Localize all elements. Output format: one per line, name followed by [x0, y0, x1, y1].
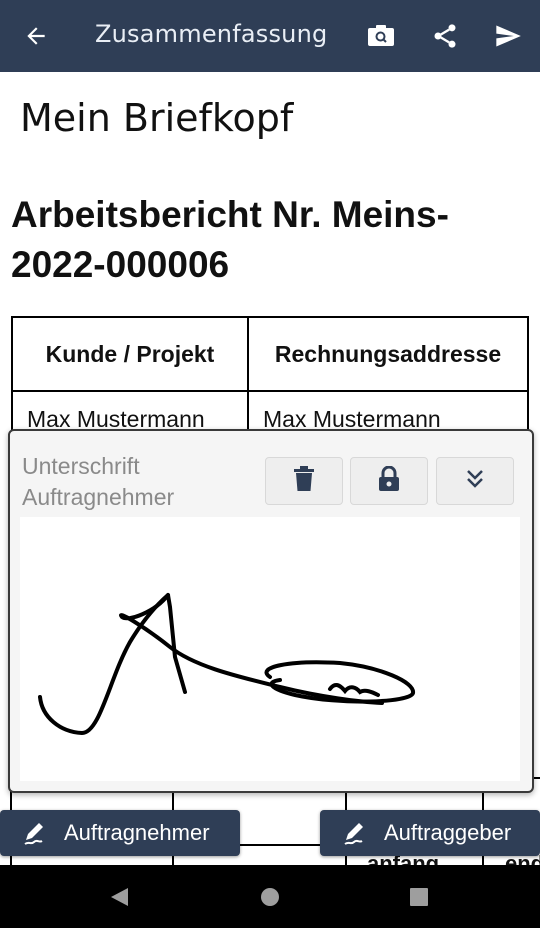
report-title: Arbeitsbericht Nr. Meins-2022-000006: [11, 194, 449, 285]
sign-pen-icon: [342, 819, 370, 847]
system-navigation-bar: [0, 865, 540, 928]
contractor-label: Auftragnehmer: [64, 820, 210, 845]
collapse-panel-button[interactable]: [436, 457, 514, 505]
contractor-signature-button[interactable]: Auftragnehmer: [0, 810, 240, 856]
back-triangle-icon[interactable]: [106, 884, 132, 910]
sign-pen-icon: [22, 819, 50, 847]
client-label: Auftraggeber: [384, 820, 512, 845]
page-title: Zusammenfassung: [95, 20, 328, 48]
table-header-row: Kunde / Projekt Rechnungsaddresse: [11, 316, 529, 392]
clear-signature-button[interactable]: [265, 457, 343, 505]
home-circle-icon[interactable]: [257, 884, 283, 910]
lock-signature-button[interactable]: [350, 457, 428, 505]
share-icon[interactable]: [427, 18, 463, 54]
client-signature-button[interactable]: Auftraggeber: [320, 810, 540, 856]
signature-drawing: [38, 593, 415, 735]
letterhead: Mein Briefkopf: [20, 96, 294, 140]
trash-icon: [293, 466, 315, 496]
recents-square-icon[interactable]: [406, 884, 432, 910]
signature-panel: Unterschrift Auftragnehmer: [8, 429, 534, 793]
signature-label: Unterschrift Auftragnehmer: [22, 453, 175, 510]
send-icon[interactable]: [490, 18, 526, 54]
signature-canvas[interactable]: [20, 517, 520, 781]
camera-search-icon[interactable]: [363, 18, 399, 54]
lock-icon: [378, 465, 400, 496]
back-arrow-icon[interactable]: [18, 18, 54, 54]
app-bar: Zusammenfassung: [0, 0, 540, 72]
header-billing-address: Rechnungsaddresse: [247, 316, 529, 392]
double-chevron-down-icon: [464, 468, 486, 494]
header-customer-project: Kunde / Projekt: [11, 316, 249, 392]
